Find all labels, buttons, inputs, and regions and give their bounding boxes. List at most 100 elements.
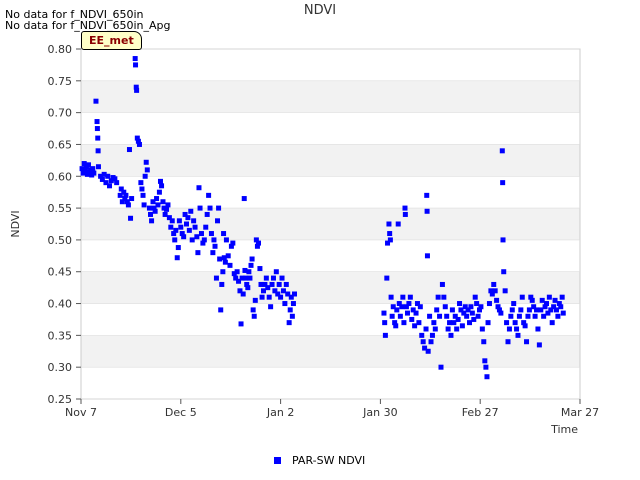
data-point xyxy=(256,240,262,246)
data-point xyxy=(259,294,265,300)
data-point xyxy=(384,275,390,281)
data-point xyxy=(425,348,431,354)
data-point xyxy=(286,320,292,326)
data-point xyxy=(552,297,558,303)
data-point xyxy=(155,202,161,208)
x-tick-label: Feb 27 xyxy=(462,406,499,419)
data-point xyxy=(238,321,244,327)
data-point xyxy=(282,301,288,307)
data-point xyxy=(276,281,282,287)
data-point xyxy=(555,313,561,319)
data-point xyxy=(519,294,525,300)
data-point xyxy=(191,218,197,224)
data-point xyxy=(278,294,284,300)
data-point xyxy=(560,310,566,316)
data-point xyxy=(514,326,520,332)
data-point xyxy=(222,259,228,265)
data-point xyxy=(225,253,231,259)
data-point xyxy=(472,294,478,300)
data-point xyxy=(437,313,443,319)
data-point xyxy=(95,135,101,141)
data-point xyxy=(381,310,387,316)
data-point xyxy=(409,316,415,322)
data-point xyxy=(424,192,430,198)
data-point xyxy=(217,256,223,262)
x-tick-label: Jan 2 xyxy=(266,406,294,419)
data-point xyxy=(212,243,218,249)
data-point xyxy=(94,126,100,132)
legend: PAR-SW NDVI xyxy=(274,454,365,467)
site-tag: EE_met xyxy=(81,31,142,50)
data-point xyxy=(139,186,145,192)
data-point xyxy=(500,237,506,243)
data-point xyxy=(419,332,425,338)
data-point xyxy=(451,320,457,326)
data-point xyxy=(152,208,158,214)
data-point xyxy=(423,326,429,332)
data-point xyxy=(249,256,255,262)
data-point xyxy=(245,285,251,291)
data-point xyxy=(114,180,120,186)
data-point xyxy=(468,304,474,310)
data-point xyxy=(289,313,295,319)
y-tick-label: 0.45 xyxy=(48,266,73,279)
data-point xyxy=(175,245,181,251)
data-point xyxy=(250,307,256,313)
data-point xyxy=(432,326,438,332)
data-point xyxy=(157,178,163,184)
y-tick-label: 0.40 xyxy=(48,298,73,311)
data-point xyxy=(142,173,148,179)
grid-band xyxy=(81,271,580,304)
plot-background xyxy=(81,49,580,399)
data-point xyxy=(227,262,233,268)
data-point xyxy=(143,159,149,165)
data-point xyxy=(505,339,511,345)
data-point xyxy=(492,288,498,294)
data-point xyxy=(270,275,276,281)
data-point xyxy=(401,320,407,326)
data-point xyxy=(160,199,166,205)
data-point xyxy=(525,313,531,319)
data-point xyxy=(105,173,111,179)
data-point xyxy=(559,294,565,300)
data-point xyxy=(138,180,144,186)
grid-band xyxy=(81,80,580,113)
data-point xyxy=(406,301,412,307)
data-point xyxy=(402,205,408,211)
data-point xyxy=(509,307,515,313)
data-point xyxy=(290,301,296,307)
data-point xyxy=(491,281,497,287)
data-point xyxy=(413,310,419,316)
x-tick-label: Nov 7 xyxy=(65,406,97,419)
data-point xyxy=(397,313,403,319)
data-point xyxy=(506,326,512,332)
data-point xyxy=(439,281,445,287)
data-point xyxy=(148,211,154,217)
data-point xyxy=(240,291,246,297)
data-point xyxy=(445,326,451,332)
data-point xyxy=(382,332,388,338)
data-point xyxy=(280,288,286,294)
data-point xyxy=(257,266,263,272)
data-point xyxy=(482,358,488,364)
data-point xyxy=(126,147,132,153)
data-point xyxy=(481,339,487,345)
data-point xyxy=(416,320,422,326)
data-point xyxy=(549,320,555,326)
data-point xyxy=(213,275,219,281)
data-point xyxy=(541,313,547,319)
data-point xyxy=(283,281,289,287)
x-tick-label: Dec 5 xyxy=(165,406,197,419)
data-point xyxy=(168,224,174,230)
data-point xyxy=(292,291,298,297)
data-point xyxy=(404,310,410,316)
data-point xyxy=(93,98,99,104)
data-point xyxy=(219,281,225,287)
data-point xyxy=(511,301,517,307)
data-point xyxy=(176,218,182,224)
data-point xyxy=(512,320,518,326)
data-point xyxy=(273,269,279,275)
data-point xyxy=(188,208,194,214)
data-point xyxy=(215,218,221,224)
y-tick-label: 0.50 xyxy=(48,234,73,247)
